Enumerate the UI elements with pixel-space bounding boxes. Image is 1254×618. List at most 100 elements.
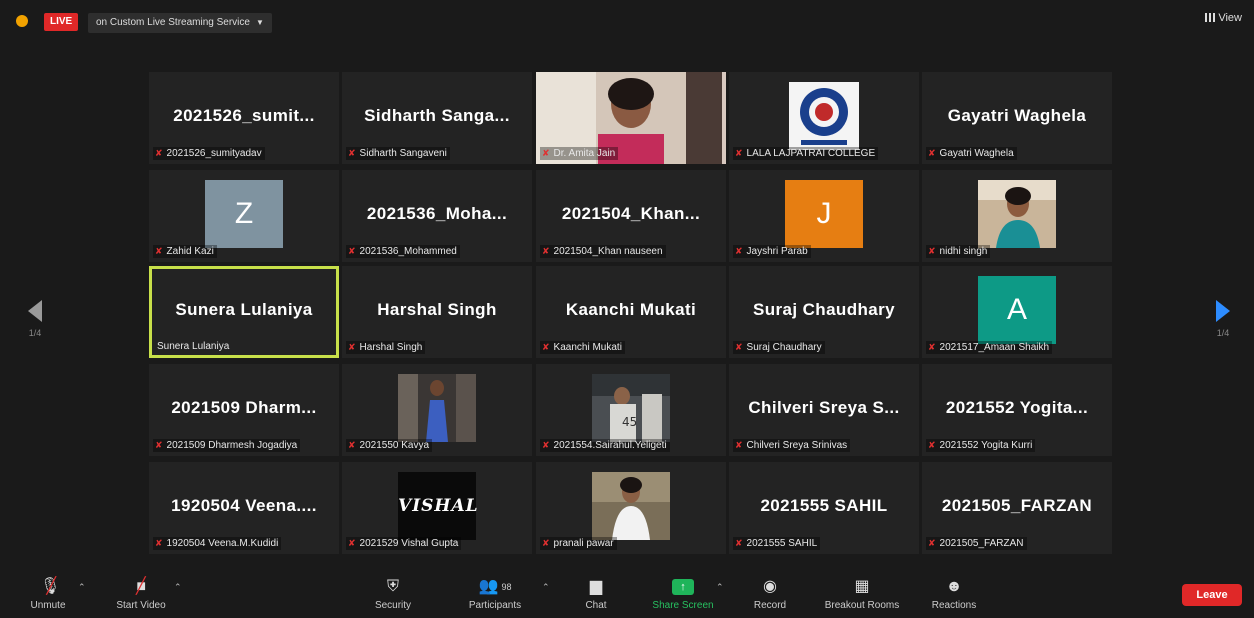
avatar: Z: [205, 180, 283, 248]
breakout-rooms-button[interactable]: ▦ Breakout Rooms: [814, 576, 910, 611]
avatar: J: [785, 180, 863, 248]
video-tile[interactable]: A ✘ 2021517_Amaan Shaikh: [922, 266, 1112, 358]
video-tile[interactable]: 2021526_sumit... ✘ 2021526_sumityadav: [149, 72, 339, 164]
video-tile[interactable]: ✘ nidhi singh: [922, 170, 1112, 262]
video-tile[interactable]: 2021536_Moha... ✘ 2021536_Mohammed: [342, 170, 532, 262]
mic-muted-icon: ✘: [155, 246, 163, 256]
share-screen-button[interactable]: ↑ Share Screen: [646, 576, 720, 611]
tile-name-large: Gayatri Waghela: [947, 106, 1087, 125]
participant-name: 2021504_Khan nauseen: [553, 246, 663, 257]
video-off-icon: ■╱: [136, 578, 147, 595]
tile-label: ✘ nidhi singh: [926, 245, 991, 258]
participant-name: 2021550 Kavya: [359, 440, 430, 451]
share-screen-icon: ↑: [646, 576, 720, 598]
video-tile[interactable]: ✘ 2021550 Kavya: [342, 364, 532, 456]
start-video-button[interactable]: ■╱ Start Video: [108, 576, 174, 611]
profile-photo: [592, 472, 670, 540]
security-label: Security: [374, 600, 412, 611]
video-tile[interactable]: ✘ LALA LAJPATRAI COLLEGE: [729, 72, 919, 164]
tile-label: ✘ Dr. Amita Jain: [540, 147, 619, 160]
avatar: A: [978, 276, 1056, 344]
participant-name: pranali pawar: [553, 538, 614, 549]
video-tile[interactable]: J ✘ Jayshri Parab: [729, 170, 919, 262]
chat-button[interactable]: ▆ Chat: [578, 576, 614, 611]
tile-name-large: Suraj Chaudhary: [752, 300, 896, 319]
arrow-left-icon: [28, 300, 42, 322]
participants-button[interactable]: 👥 98 Participants: [460, 576, 530, 611]
mic-muted-icon: ✘: [735, 342, 743, 352]
tile-name-large: 2021509 Dharm...: [171, 398, 317, 417]
video-tile[interactable]: Z ✘ Zahid Kazi: [149, 170, 339, 262]
unmute-button[interactable]: 🎙╱ Unmute: [28, 576, 68, 611]
mic-muted-icon: ✘: [348, 538, 356, 548]
logo-text: VISHAL: [398, 496, 479, 516]
participant-name: Suraj Chaudhary: [746, 342, 822, 353]
stream-service-dropdown[interactable]: on Custom Live Streaming Service ▼: [88, 13, 272, 33]
record-button[interactable]: ◉ Record: [748, 576, 792, 611]
video-tile[interactable]: 1920504 Veena.... ✘ 1920504 Veena.M.Kudid…: [149, 462, 339, 554]
next-page-button[interactable]: 1/4: [1208, 300, 1238, 338]
tile-label: ✘ Zahid Kazi: [153, 245, 217, 258]
mic-muted-icon: ✘: [928, 148, 936, 158]
tile-label: ✘ pranali pawar: [540, 537, 617, 550]
video-tile[interactable]: 2021552 Yogita... ✘ 2021552 Yogita Kurri: [922, 364, 1112, 456]
reactions-label: Reactions: [931, 600, 977, 611]
view-button[interactable]: View: [1205, 12, 1242, 24]
video-tile[interactable]: 45 ✘ 2021554.Sairahul.Yeligeti: [536, 364, 726, 456]
video-tile[interactable]: 2021505_FARZAN ✘ 2021505_FARZAN: [922, 462, 1112, 554]
tile-label: ✘ 2021536_Mohammed: [346, 245, 460, 258]
share-options-caret[interactable]: ⌃: [716, 582, 724, 593]
mic-muted-icon: 🎙╱: [40, 578, 61, 595]
audio-options-caret[interactable]: ⌃: [78, 582, 86, 593]
mic-muted-icon: ✘: [928, 440, 936, 450]
video-tile[interactable]: Chilveri Sreya S... ✘ Chilveri Sreya Srin…: [729, 364, 919, 456]
video-tile[interactable]: 2021555 SAHIL ✘ 2021555 SAHIL: [729, 462, 919, 554]
live-badge[interactable]: LIVE: [44, 13, 79, 31]
tile-label: ✘ Suraj Chaudhary: [733, 341, 825, 354]
mic-muted-icon: ✘: [542, 342, 550, 352]
tile-label: ✘ Chilveri Sreya Srinivas: [733, 439, 851, 452]
tile-name-large: Kaanchi Mukati: [565, 300, 697, 319]
security-button[interactable]: ⛨ Security: [370, 576, 416, 611]
video-tile[interactable]: Harshal Singh ✘ Harshal Singh: [342, 266, 532, 358]
reactions-button[interactable]: ☻ Reactions: [924, 576, 984, 611]
arrow-right-icon: [1216, 300, 1230, 322]
video-tile[interactable]: Kaanchi Mukati ✘ Kaanchi Mukati: [536, 266, 726, 358]
video-options-caret[interactable]: ⌃: [174, 582, 182, 593]
participants-options-caret[interactable]: ⌃: [542, 582, 550, 593]
page-indicator-right: 1/4: [1216, 328, 1230, 338]
participant-name: Harshal Singh: [359, 342, 423, 353]
video-tile[interactable]: 2021504_Khan... ✘ 2021504_Khan nauseen: [536, 170, 726, 262]
video-tile[interactable]: 2021509 Dharm... ✘ 2021509 Dharmesh Jogad…: [149, 364, 339, 456]
prev-page-button[interactable]: 1/4: [20, 300, 50, 338]
mic-muted-icon: ✘: [348, 342, 356, 352]
tile-name-large: Harshal Singh: [377, 300, 497, 319]
leave-button[interactable]: Leave: [1182, 584, 1242, 606]
mic-muted-icon: ✘: [928, 538, 936, 548]
tile-label: ✘ Gayatri Waghela: [926, 147, 1017, 160]
tile-name-large: 2021552 Yogita...: [945, 398, 1089, 417]
tile-name-large: 2021526_sumit...: [173, 106, 315, 125]
shield-icon[interactable]: [16, 15, 28, 27]
mic-muted-icon: ✘: [155, 440, 163, 450]
participant-name: 2021509 Dharmesh Jogadiya: [166, 440, 298, 451]
tile-label: Sunera Lulaniya: [155, 340, 232, 353]
video-tile[interactable]: ✘ pranali pawar: [536, 462, 726, 554]
participant-name: Gayatri Waghela: [939, 148, 1014, 159]
tile-name-large: 2021536_Moha...: [366, 204, 508, 223]
participant-name: 2021529 Vishal Gupta: [359, 538, 459, 549]
tile-label: ✘ 2021555 SAHIL: [733, 537, 821, 550]
video-tile[interactable]: VISHAL ✘ 2021529 Vishal Gupta: [342, 462, 532, 554]
video-tile[interactable]: Sidharth Sanga... ✘ Sidharth Sangaveni: [342, 72, 532, 164]
mic-muted-icon: ✘: [155, 148, 163, 158]
profile-photo: [978, 180, 1056, 248]
video-tile-active-speaker[interactable]: Sunera Lulaniya Sunera Lulaniya: [149, 266, 339, 358]
participant-name: 2021554.Sairahul.Yeligeti: [553, 440, 667, 451]
participant-name: 2021526_sumityadav: [166, 148, 262, 159]
video-tile[interactable]: ✘ Dr. Amita Jain: [536, 72, 726, 164]
video-tile[interactable]: Suraj Chaudhary ✘ Suraj Chaudhary: [729, 266, 919, 358]
video-tile[interactable]: Gayatri Waghela ✘ Gayatri Waghela: [922, 72, 1112, 164]
tile-label: ✘ 2021517_Amaan Shaikh: [926, 341, 1053, 354]
mic-muted-icon: ✘: [735, 246, 743, 256]
breakout-rooms-icon: ▦: [854, 578, 870, 595]
